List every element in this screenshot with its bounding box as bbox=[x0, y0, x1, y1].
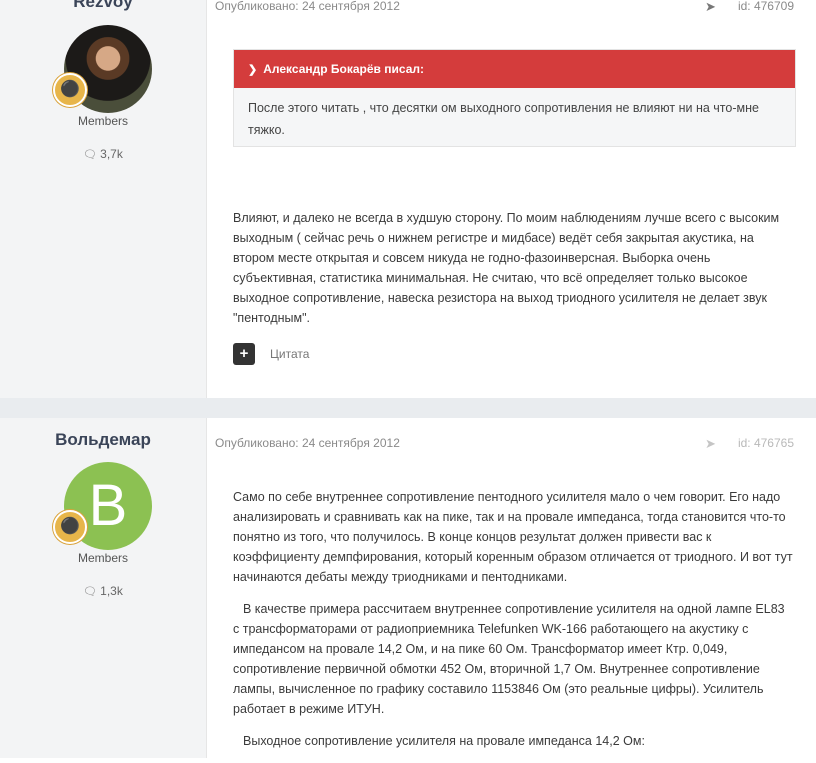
member-group: Members bbox=[77, 551, 128, 565]
quote-text: После этого читать , что десятки ом выхо… bbox=[248, 101, 759, 137]
post-content: Само по себе внутреннее сопротивление пе… bbox=[233, 487, 793, 763]
published-date[interactable]: Опубликовано: 24 сентября 2012 bbox=[215, 0, 400, 13]
post-paragraph: Влияют, и далеко не всегда в худшую стор… bbox=[233, 211, 780, 325]
author-panel: Rezvoy ⚫ Members 🗨 3,7k bbox=[0, 0, 207, 398]
post: Вольдемар B ⚫ Members 🗨 1,3k Опубликовано… bbox=[0, 418, 816, 758]
post-count: 🗨 3,7k bbox=[83, 147, 123, 161]
member-group: Members bbox=[77, 114, 128, 128]
post-paragraph: Само по себе внутреннее сопротивление пе… bbox=[233, 490, 793, 584]
author-name[interactable]: Вольдемар bbox=[0, 430, 206, 450]
plus-icon[interactable]: + bbox=[233, 343, 255, 365]
share-icon[interactable]: ➤ bbox=[705, 0, 716, 15]
post-content: Влияют, и далеко не всегда в худшую стор… bbox=[233, 208, 793, 340]
author-name[interactable]: Rezvoy bbox=[0, 0, 206, 12]
comment-icon: 🗨 bbox=[83, 149, 98, 161]
quote-author: Александр Бокарёв писал: bbox=[263, 62, 424, 76]
post: Rezvoy ⚫ Members 🗨 3,7k Опубликовано: 24 … bbox=[0, 0, 816, 398]
lightbulb-icon: ⚫ bbox=[53, 73, 87, 107]
lightbulb-icon: ⚫ bbox=[53, 510, 87, 544]
author-panel: Вольдемар B ⚫ Members 🗨 1,3k bbox=[0, 418, 207, 758]
post-id[interactable]: id: 476765 bbox=[738, 436, 794, 450]
post-id[interactable]: id: 476709 bbox=[738, 0, 794, 13]
quote-block: ❯ Александр Бокарёв писал: После этого чи… bbox=[233, 49, 796, 147]
chevron-down-icon[interactable]: ❯ bbox=[248, 64, 257, 76]
published-date[interactable]: Опубликовано: 24 сентября 2012 bbox=[215, 436, 400, 450]
post-count: 🗨 1,3k bbox=[83, 584, 123, 598]
comment-icon: 🗨 bbox=[83, 586, 98, 598]
share-icon[interactable]: ➤ bbox=[705, 436, 716, 452]
post-separator bbox=[0, 398, 816, 418]
quote-button[interactable]: Цитата bbox=[270, 347, 309, 361]
post-paragraph: Выходное сопротивление усилителя на пров… bbox=[243, 734, 645, 748]
quote-header[interactable]: ❯ Александр Бокарёв писал: bbox=[234, 50, 795, 88]
post-paragraph: В качестве примера рассчитаем внутреннее… bbox=[233, 602, 785, 716]
